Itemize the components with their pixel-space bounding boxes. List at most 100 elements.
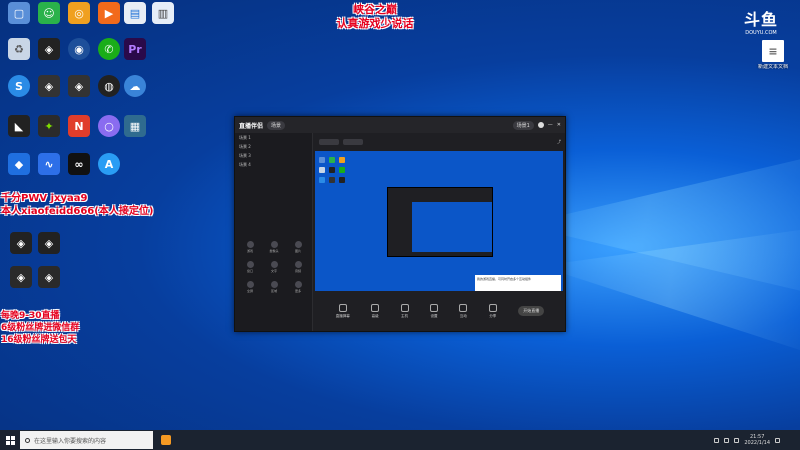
- source-tool[interactable]: 更多: [287, 281, 309, 295]
- scene-row[interactable]: 场景 3: [235, 151, 312, 160]
- taskbar: 在这里输入你要搜索的内容 21:57 2022/1/14: [0, 430, 800, 450]
- source-tool[interactable]: 全屏: [239, 281, 261, 295]
- promo-block-1: 千分PWV jxyaa9 本人xiaofeidd666(本人接定位): [1, 193, 154, 217]
- desktop-icon[interactable]: ♻: [2, 38, 36, 62]
- scene-tab[interactable]: 场景: [267, 120, 286, 130]
- source-tool[interactable]: 音频: [287, 261, 309, 275]
- game-icon: ◈: [10, 266, 32, 288]
- tool-button[interactable]: 高级: [371, 303, 380, 319]
- premiere-icon: Pr: [124, 38, 146, 60]
- tool-button[interactable]: 直播弹幕: [336, 303, 350, 319]
- app-icon: N: [68, 115, 90, 137]
- app-icon: ▶: [98, 2, 120, 24]
- header-control[interactable]: [319, 139, 339, 145]
- stream-preview[interactable]: 我的游戏直播，可同时开启多个互动组件: [315, 151, 563, 291]
- taskbar-search-box[interactable]: 在这里输入你要搜索的内容: [20, 431, 153, 449]
- source-tool[interactable]: 摄像头: [263, 241, 285, 255]
- desktop-icon[interactable]: ▦: [118, 115, 152, 139]
- source-tool[interactable]: 文字: [263, 261, 285, 275]
- language-icon[interactable]: [734, 437, 740, 443]
- bottom-toolbar: 直播弹幕 高级 主机 设置 互动 分享 开始直播: [315, 291, 565, 331]
- scene-panel: 场景 1 场景 2 场景 3 场景 4 游戏 摄像头 图片 窗口 文字 音频 全…: [235, 133, 313, 331]
- taskbar-clock[interactable]: 21:57 2022/1/14: [744, 434, 770, 446]
- nvidia-icon: ◣: [8, 115, 30, 137]
- source-tool[interactable]: 游戏: [239, 241, 261, 255]
- tool-button[interactable]: 设置: [429, 303, 438, 319]
- desktop-icon[interactable]: A: [92, 153, 126, 177]
- game-icon: ◈: [68, 75, 90, 97]
- game-icon: ✦: [38, 115, 60, 137]
- desktop-icon[interactable]: N: [62, 115, 96, 139]
- desktop-icon[interactable]: ☺: [32, 2, 66, 26]
- desktop-icon[interactable]: ◈: [32, 232, 66, 256]
- scene-pill[interactable]: 场景1: [512, 120, 534, 130]
- desktop-icon[interactable]: ∞: [62, 153, 96, 177]
- desktop-icon[interactable]: ✦: [32, 115, 66, 139]
- desktop-icon[interactable]: ◎: [62, 2, 96, 26]
- preview-mini-icon: [319, 177, 325, 183]
- system-tray: 21:57 2022/1/14: [714, 434, 800, 446]
- desktop-icon[interactable]: S: [2, 75, 36, 99]
- desktop-icon[interactable]: ◈: [32, 38, 66, 62]
- preview-mini-icon: [339, 177, 345, 183]
- preview-mini-icon: [319, 167, 325, 173]
- source-tool[interactable]: 窗口: [239, 261, 261, 275]
- source-tool[interactable]: 图片: [287, 241, 309, 255]
- recycle-bin-icon: ♻: [8, 38, 30, 60]
- app-icon: S: [8, 75, 30, 97]
- desktop-icon[interactable]: ▥: [146, 2, 180, 26]
- desktop-icon[interactable]: ◣: [2, 115, 36, 139]
- start-live-button[interactable]: 开始直播: [518, 306, 545, 316]
- tool-button[interactable]: 互动: [459, 303, 468, 319]
- share-icon[interactable]: ⤴: [557, 139, 561, 145]
- close-icon[interactable]: ✕: [557, 122, 561, 128]
- shield-icon: ◆: [8, 153, 30, 175]
- desktop-icon-text-document[interactable]: ≡ 新建文本文档: [756, 40, 790, 70]
- app-brand: 直播伴侣: [239, 122, 264, 130]
- source-tool[interactable]: 区域: [263, 281, 285, 295]
- desktop-icon[interactable]: ◈: [32, 75, 66, 99]
- window-titlebar[interactable]: 直播伴侣 场景 场景1 — ✕: [235, 117, 565, 133]
- game-icon: ◈: [10, 232, 32, 254]
- app-icon: ▦: [124, 115, 146, 137]
- scene-row[interactable]: 场景 2: [235, 142, 312, 151]
- preview-tooltip: 我的游戏直播，可同时开启多个互动组件: [475, 275, 561, 291]
- stream-title: 峡谷之巅 认真游戏少说话: [336, 3, 414, 30]
- game-icon: ◈: [38, 266, 60, 288]
- file-icon: ▥: [152, 2, 174, 24]
- desktop-icon[interactable]: ◈: [32, 266, 66, 290]
- tool-button[interactable]: 分享: [488, 303, 497, 319]
- chart-app-icon: ∿: [38, 153, 60, 175]
- desktop-icon[interactable]: ∿: [32, 153, 66, 177]
- scene-row[interactable]: 场景 4: [235, 160, 312, 169]
- minimize-icon[interactable]: —: [548, 122, 553, 128]
- app-icon: ∞: [68, 153, 90, 175]
- computer-icon: ▢: [8, 2, 30, 24]
- app-icon: ○: [98, 115, 120, 137]
- desktop-icon[interactable]: ☁: [118, 75, 152, 99]
- app-icon: ◎: [68, 2, 90, 24]
- avatar[interactable]: [537, 122, 544, 128]
- douyu-watermark: 斗鱼 DOUYU.COM: [743, 10, 778, 36]
- promo-block-2: 每晚9-30直播 6级粉丝牌进微信群 16级粉丝牌送包天: [1, 311, 80, 345]
- notification-icon[interactable]: [775, 437, 780, 443]
- streaming-app-window[interactable]: 直播伴侣 场景 场景1 — ✕ 场景 1 场景 2 场景 3 场景 4 游戏 摄…: [234, 116, 566, 332]
- preview-mini-icon: [329, 157, 335, 163]
- network-icon[interactable]: [714, 437, 720, 443]
- search-icon: [25, 437, 30, 443]
- preview-mini-icon: [329, 177, 335, 183]
- taskbar-app-button[interactable]: [157, 431, 175, 449]
- desktop-icon[interactable]: Pr: [118, 38, 152, 62]
- obs-icon: ◍: [98, 75, 120, 97]
- desktop-icon[interactable]: ◉: [62, 38, 96, 62]
- nested-preview: [387, 187, 493, 257]
- desktop-icon[interactable]: ◈: [62, 75, 96, 99]
- header-control[interactable]: [343, 139, 363, 145]
- tool-button[interactable]: 主机: [400, 303, 409, 319]
- desktop-icon[interactable]: ▢: [2, 2, 36, 26]
- volume-icon[interactable]: [724, 437, 730, 443]
- start-button[interactable]: [0, 430, 20, 450]
- desktop-icon[interactable]: ◆: [2, 153, 36, 177]
- scene-row[interactable]: 场景 1: [235, 133, 312, 142]
- game-icon: ◈: [38, 38, 60, 60]
